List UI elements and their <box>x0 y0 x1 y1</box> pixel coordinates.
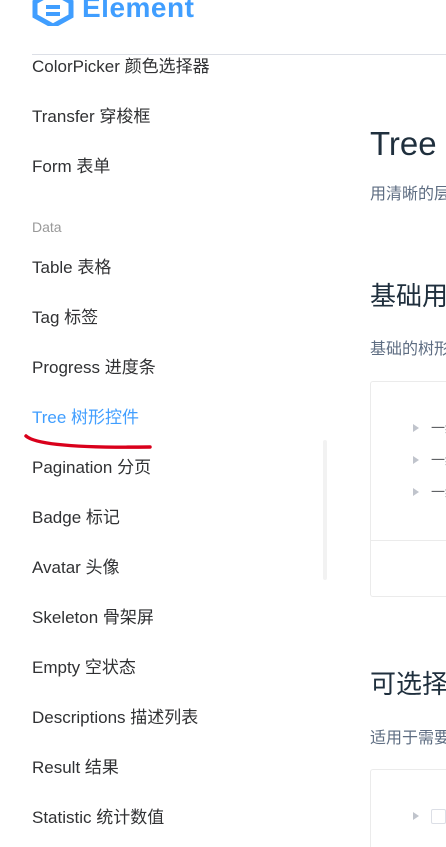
sidebar-item-pagination[interactable]: Pagination 分页 <box>32 457 151 479</box>
sidebar-item-tag[interactable]: Tag 标签 <box>32 307 98 329</box>
section-description-selectable: 适用于需要选择层级时使用 <box>370 730 446 747</box>
caret-right-icon[interactable] <box>413 424 419 432</box>
sidebar-item-result[interactable]: Result 结果 <box>32 757 119 779</box>
sidebar-item-statistic[interactable]: Statistic 统计数值 <box>32 807 164 829</box>
demo-code-divider <box>371 540 446 541</box>
demo-box-selectable <box>370 769 446 847</box>
sidebar-item-colorpicker[interactable]: ColorPicker 颜色选择器 <box>32 56 210 78</box>
main-content: Tree 树形控件 用清晰的层级结构展示信息 基础用法 基础的树形结构展示 一级… <box>370 0 446 847</box>
brand-name: Element <box>82 0 195 23</box>
caret-right-icon[interactable] <box>413 812 419 820</box>
element-logo[interactable]: Element <box>32 0 194 26</box>
section-title-selectable: 可选择 <box>370 669 446 699</box>
element-logo-icon <box>32 0 74 26</box>
sidebar-group-data: Data <box>32 219 62 235</box>
tree-node-label: 一级 2 <box>431 452 446 468</box>
tree-node[interactable]: 一级 3 <box>413 484 446 500</box>
page-title: Tree 树形控件 <box>370 125 446 162</box>
sidebar-item-progress[interactable]: Progress 进度条 <box>32 357 156 379</box>
sidebar-item-badge[interactable]: Badge 标记 <box>32 507 120 529</box>
sidebar-item-avatar[interactable]: Avatar 头像 <box>32 557 120 579</box>
tree-node-label: 一级 3 <box>431 484 446 500</box>
tree-node-checkbox[interactable] <box>431 808 446 824</box>
section-title-basic: 基础用法 <box>370 281 446 311</box>
sidebar-item-tree[interactable]: Tree 树形控件 <box>32 407 139 429</box>
tree-node[interactable]: 一级 1 <box>413 420 446 436</box>
caret-right-icon[interactable] <box>413 456 419 464</box>
sidebar-item-transfer[interactable]: Transfer 穿梭框 <box>32 106 150 128</box>
sidebar-item-table[interactable]: Table 表格 <box>32 257 111 279</box>
sidebar-item-form[interactable]: Form 表单 <box>32 156 110 178</box>
tree-node[interactable] <box>413 808 446 824</box>
sidebar-item-empty[interactable]: Empty 空状态 <box>32 657 136 679</box>
annotation-underline <box>24 434 152 449</box>
section-description-basic: 基础的树形结构展示 <box>370 341 446 358</box>
tree-node-label: 一级 1 <box>431 420 446 436</box>
page-description: 用清晰的层级结构展示信息 <box>370 186 446 203</box>
sidebar-item-descriptions[interactable]: Descriptions 描述列表 <box>32 707 198 729</box>
sidebar-item-skeleton[interactable]: Skeleton 骨架屏 <box>32 607 154 629</box>
sidebar-scrollbar[interactable] <box>323 440 327 580</box>
tree-node[interactable]: 一级 2 <box>413 452 446 468</box>
caret-right-icon[interactable] <box>413 488 419 496</box>
demo-box-basic: 一级 1 一级 2 一级 3 <box>370 381 446 597</box>
